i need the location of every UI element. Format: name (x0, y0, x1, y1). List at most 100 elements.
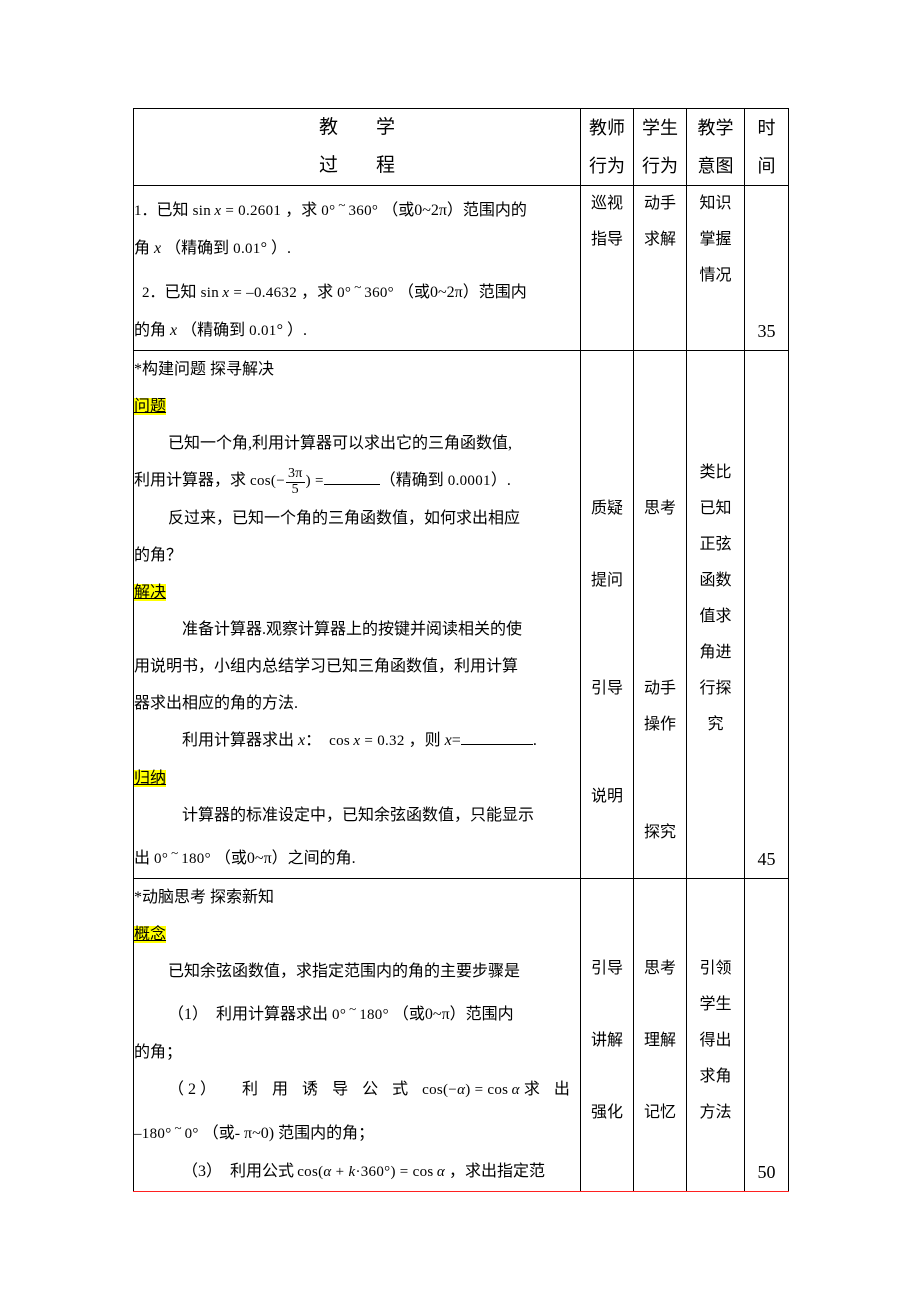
teacher-action: 说明 (590, 788, 623, 805)
construct-problem-content: *构建问题 探寻解决 问题 已知一个角,利用计算器可以求出它的三角函数值, 利用… (133, 350, 581, 879)
student-action: 思考 (643, 960, 676, 977)
table-header-row: 教 学 过 程 教师 行为 学生 行为 教学 意图 时 间 (133, 108, 789, 186)
header-time-line2: 间 (757, 156, 776, 176)
exercises-content: 1．已知 sin x = 0.2601 ，求 0° ~360° （或0~2π）范围… (133, 185, 581, 351)
exercise-line-4: 的角 x （精确到 0.01° ）. (134, 322, 307, 339)
math-var-x-1: x (214, 203, 222, 219)
heading-wrap-solve: 解决 (134, 574, 580, 611)
heading-solve: 解决 (134, 584, 167, 601)
student-action: 动手 (643, 680, 676, 697)
time-value: 50 (757, 1162, 776, 1182)
construct-time: 45 (744, 350, 789, 879)
fraction-3pi-5: 3π 5 (285, 466, 305, 497)
heading-concept: 概念 (134, 926, 167, 943)
new-knowledge-time: 50 (744, 878, 789, 1192)
intent-text: 情况 (699, 267, 732, 284)
exercises-teacher-actions: 巡视 指导 (580, 185, 634, 351)
tilde-icon-1: ~ (338, 197, 346, 212)
student-action: 求解 (643, 231, 676, 248)
header-teacher-line1: 教师 (589, 118, 625, 138)
math-var-x-7: x (444, 732, 452, 749)
summary-line-2: 出 0° ~180° （或0~π）之间的角. (134, 834, 580, 878)
summary-line-1: 计算器的标准设定中，已知余弦函数值，只能显示 (182, 807, 535, 824)
concept-step-2-cont: –180° ~0° （或- π~0) 范围内的角； (134, 1109, 580, 1153)
problem-line-2: 利用计算器，求 cos(− 3π 5) = （精确到 0.0001）. (134, 466, 511, 497)
construct-student-actions: 思考 动手 操作 探究 (633, 350, 687, 879)
intent-text: 角进 (699, 644, 732, 661)
solve-line-3: 器求出相应的角的方法. (134, 695, 299, 712)
header-time-line1: 时 (757, 118, 776, 138)
concept-line-1: 已知余弦函数值，求指定范围内的角的主要步骤是 (168, 963, 521, 980)
teacher-action: 引导 (590, 960, 623, 977)
intent-text: 求角 (699, 1068, 732, 1085)
intent-text: 究 (707, 716, 724, 733)
math-deg360-c: 360 (360, 1164, 385, 1180)
teacher-action: 质疑 (590, 500, 623, 517)
math-deg-neg180: –180 (134, 1126, 166, 1142)
student-action: 操作 (643, 716, 676, 733)
math-alpha-2: α (511, 1082, 520, 1098)
solve-line-1: 准备计算器.观察计算器上的按键并阅读相关的使 (182, 621, 523, 638)
math-value-1: 0.2601 (238, 203, 282, 219)
answer-blank-1 (323, 484, 380, 485)
math-deg0-e: 0 (184, 1126, 193, 1142)
header-cell-intent: 教学 意图 (686, 108, 745, 186)
heading-wrap-summary: 归纳 (134, 760, 580, 797)
document-page: 教 学 过 程 教师 行为 学生 行为 教学 意图 时 间 1．已知 sin x… (0, 0, 920, 1302)
section-title-construct: *构建问题 探寻解决 (134, 361, 275, 378)
student-action: 记忆 (643, 1104, 676, 1121)
heading-wrap-problem: 问题 (134, 388, 580, 425)
intent-text: 得出 (699, 1032, 732, 1049)
math-alpha-3: α (323, 1164, 332, 1180)
teacher-action: 指导 (590, 231, 623, 248)
intent-text: 已知 (699, 500, 732, 517)
math-var-x-6: x (353, 733, 361, 749)
header-main-line1: 教 学 (318, 117, 395, 138)
math-var-x-5: x (298, 732, 306, 749)
math-var-x-4: x (170, 322, 178, 339)
teacher-action: 巡视 (590, 195, 623, 212)
new-knowledge-content: *动脑思考 探索新知 概念 已知余弦函数值，求指定范围内的角的主要步骤是 （1）… (133, 878, 581, 1192)
math-k: k (348, 1164, 356, 1180)
table-row-exercises: 1．已知 sin x = 0.2601 ，求 0° ~360° （或0~2π）范围… (133, 185, 789, 351)
math-precision-2: 0.01 (249, 323, 277, 339)
problem-line-1: 已知一个角,利用计算器可以求出它的三角函数值, (168, 435, 513, 452)
concept-step-2: （ 2 ）利用诱导公式 cos(−α) = cos α 求出 (168, 1081, 570, 1098)
concept-step-1-cont: 的角； (134, 1044, 183, 1061)
exercises-intent: 知识 掌握 情况 (686, 185, 745, 351)
table-row-construct-problem: *构建问题 探寻解决 问题 已知一个角,利用计算器可以求出它的三角函数值, 利用… (133, 350, 789, 879)
header-teacher-line2: 行为 (589, 156, 625, 176)
heading-wrap-concept: 概念 (134, 916, 580, 953)
concept-step-1: （1） 利用计算器求出 0° ~180° （或0~π）范围内 (134, 990, 580, 1034)
student-action: 探究 (643, 824, 676, 841)
math-precision-1: 0.01 (233, 241, 261, 257)
exercise-line-3: 2．已知 sin x = –0.4632 ，求 0° ~360° （或0~2π）范… (134, 268, 580, 312)
student-action: 动手 (643, 195, 676, 212)
intent-text: 值求 (699, 608, 732, 625)
math-value-2: –0.4632 (246, 285, 298, 301)
intent-text: 引领 (699, 960, 732, 977)
math-precision-3: 0.0001 (447, 473, 491, 489)
solve-line-2: 用说明书，小组内总结学习已知三角函数值，利用计算 (134, 658, 519, 675)
fraction-numerator: 3π (285, 466, 305, 483)
tilde-icon-4: ~ (349, 1001, 357, 1016)
intent-text: 函数 (699, 572, 732, 589)
problem-line-3: 反过来，已知一个角的三角函数值，如何求出相应 (168, 510, 521, 527)
section-title-new-knowledge: *动脑思考 探索新知 (134, 889, 275, 906)
math-var-x-3: x (222, 285, 230, 301)
math-var-x-2: x (154, 240, 162, 257)
math-deg0-c: 0 (154, 851, 162, 867)
heading-problem: 问题 (134, 398, 167, 415)
math-alpha-1: α (457, 1082, 466, 1098)
teacher-action: 引导 (590, 680, 623, 697)
exercises-student-actions: 动手 求解 (633, 185, 687, 351)
student-action: 理解 (643, 1032, 676, 1049)
header-cell-main: 教 学 过 程 (133, 108, 581, 186)
student-action: 思考 (643, 500, 676, 517)
intent-text: 知识 (699, 195, 732, 212)
exercises-time: 35 (744, 185, 789, 351)
tilde-icon-3: ~ (171, 845, 179, 860)
math-deg0-b: 0 (337, 285, 345, 301)
header-student-line1: 学生 (642, 118, 678, 138)
exercise-line-1: 1．已知 sin x = 0.2601 ，求 0° ~360° （或0~2π）范围… (134, 186, 580, 230)
